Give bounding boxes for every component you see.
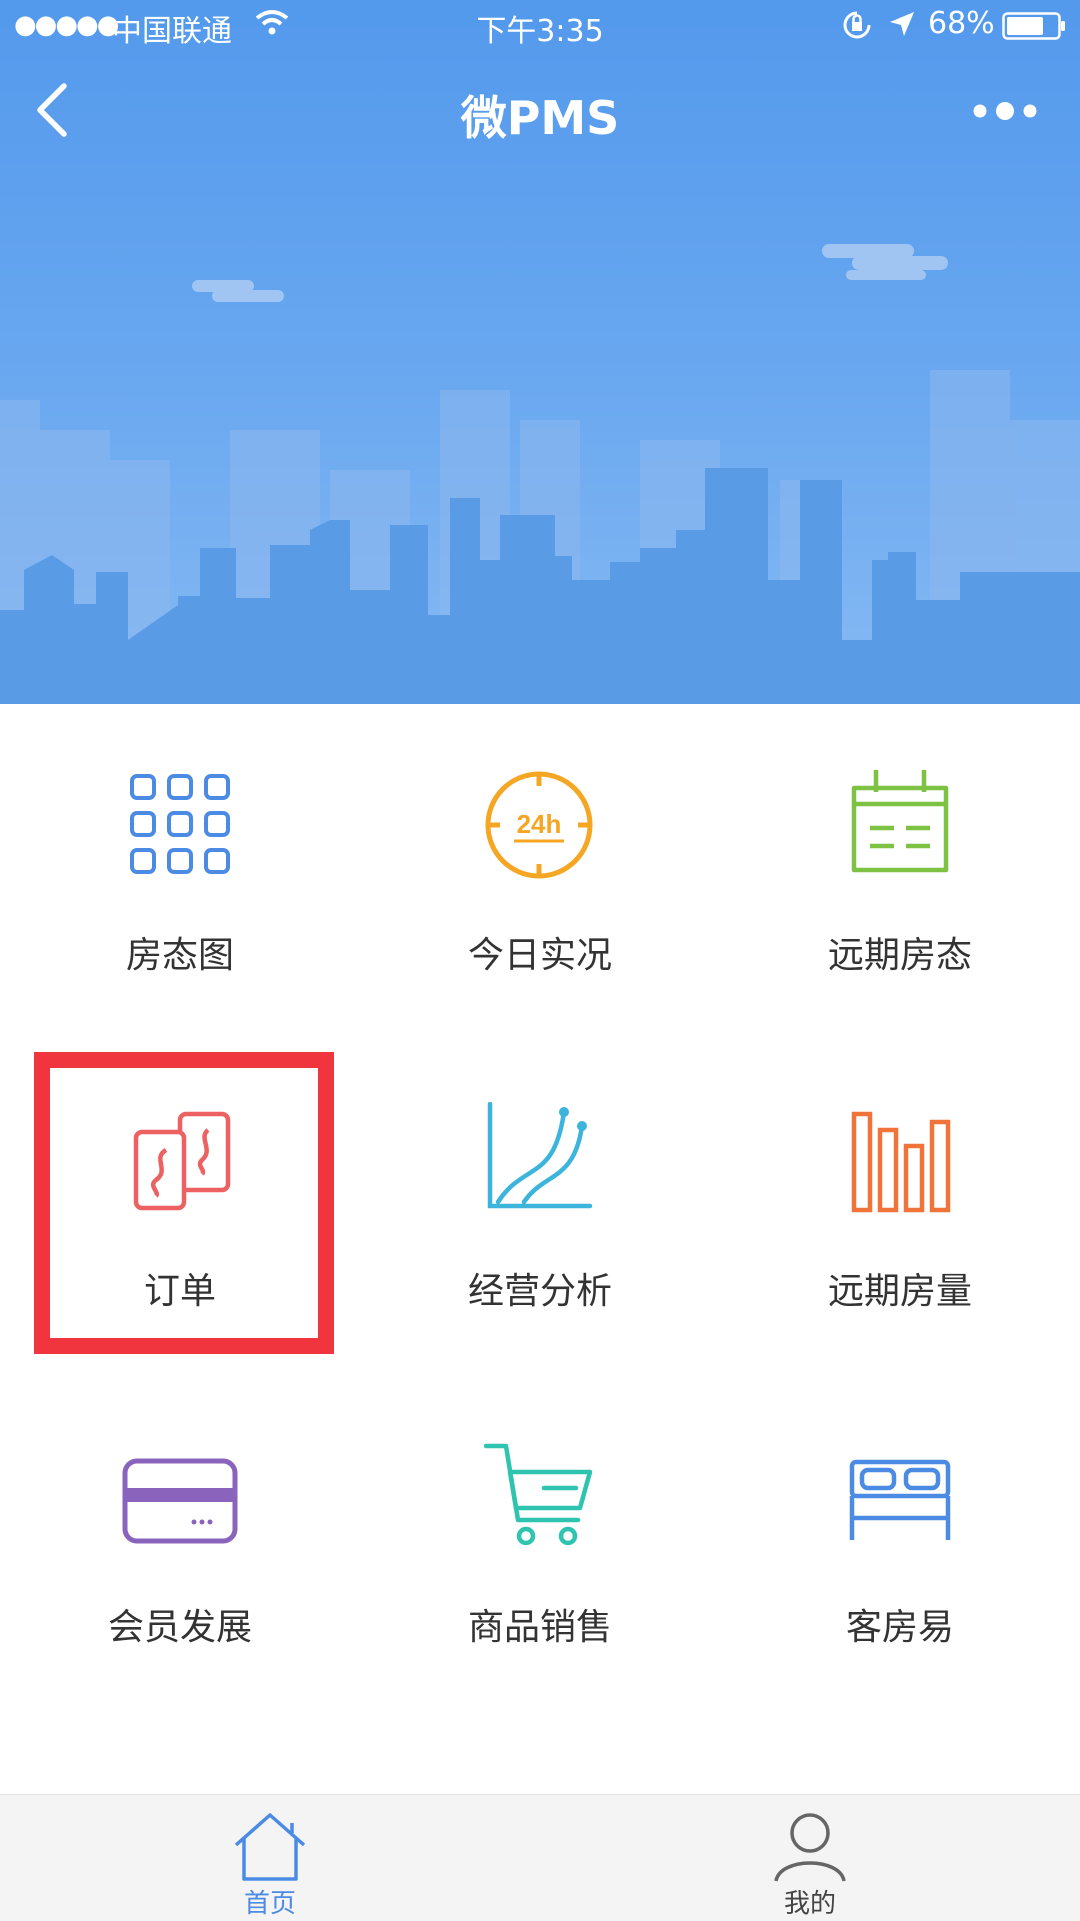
clock-24h-icon: 24h bbox=[485, 771, 593, 879]
tab-label: 我的 bbox=[783, 1889, 836, 1919]
status-time: 下午3:35 bbox=[476, 14, 604, 49]
room-status-grid-icon bbox=[130, 774, 230, 874]
grid-item-label: 远期房量 bbox=[827, 1271, 972, 1312]
location-arrow-icon bbox=[888, 10, 916, 46]
rotation-lock-icon bbox=[842, 10, 872, 48]
grid-item-label: 远期房态 bbox=[827, 935, 972, 976]
grid-item-label: 客房易 bbox=[845, 1607, 954, 1648]
grid-item-product-sales[interactable]: 商品销售 bbox=[360, 1376, 720, 1712]
battery-icon bbox=[1002, 12, 1066, 48]
grid-item-future-room-volume[interactable]: 远期房量 bbox=[720, 1040, 1080, 1376]
calendar-icon bbox=[851, 770, 949, 873]
battery-percentage: 68% bbox=[928, 6, 995, 41]
line-chart-icon bbox=[487, 1102, 593, 1209]
grid-item-label: 经营分析 bbox=[467, 1271, 612, 1312]
status-bar: ●●●●● 中国联通 下午3:35 68% bbox=[0, 0, 1080, 54]
highlight-box bbox=[34, 1052, 334, 1354]
header-banner: ●●●●● 中国联通 下午3:35 68% 微PMS bbox=[0, 0, 1080, 704]
grid-item-future-room-status[interactable]: 远期房态 bbox=[720, 704, 1080, 1040]
grid-item-member-development[interactable]: 会员发展 bbox=[0, 1376, 360, 1712]
navigation-bar: 微PMS bbox=[0, 54, 1080, 166]
user-icon bbox=[774, 1813, 846, 1882]
member-card-icon bbox=[122, 1458, 238, 1544]
bar-chart-icon bbox=[851, 1111, 951, 1213]
tab-mine[interactable]: 我的 bbox=[540, 1795, 1080, 1921]
clock-24h-text: 24h bbox=[517, 809, 562, 839]
grid-item-today-status[interactable]: 24h 今日实况 bbox=[360, 704, 720, 1040]
bed-icon bbox=[849, 1459, 951, 1540]
grid-item-label: 会员发展 bbox=[107, 1607, 252, 1648]
tab-label: 首页 bbox=[243, 1889, 296, 1919]
grid-item-business-analysis[interactable]: 经营分析 bbox=[360, 1040, 720, 1376]
grid-item-label: 今日实况 bbox=[467, 935, 612, 976]
tab-home[interactable]: 首页 bbox=[0, 1795, 540, 1921]
grid-item-room-status[interactable]: 房态图 bbox=[0, 704, 360, 1040]
home-icon bbox=[234, 1813, 306, 1881]
shopping-cart-icon bbox=[484, 1443, 593, 1546]
bottom-tab-bar: 首页 我的 bbox=[0, 1794, 1080, 1921]
page-title: 微PMS bbox=[460, 91, 620, 145]
more-options-icon[interactable] bbox=[970, 96, 1040, 126]
grid-item-label: 房态图 bbox=[125, 935, 234, 976]
grid-item-label: 商品销售 bbox=[467, 1607, 612, 1648]
grid-item-guest-room-easy[interactable]: 客房易 bbox=[720, 1376, 1080, 1712]
